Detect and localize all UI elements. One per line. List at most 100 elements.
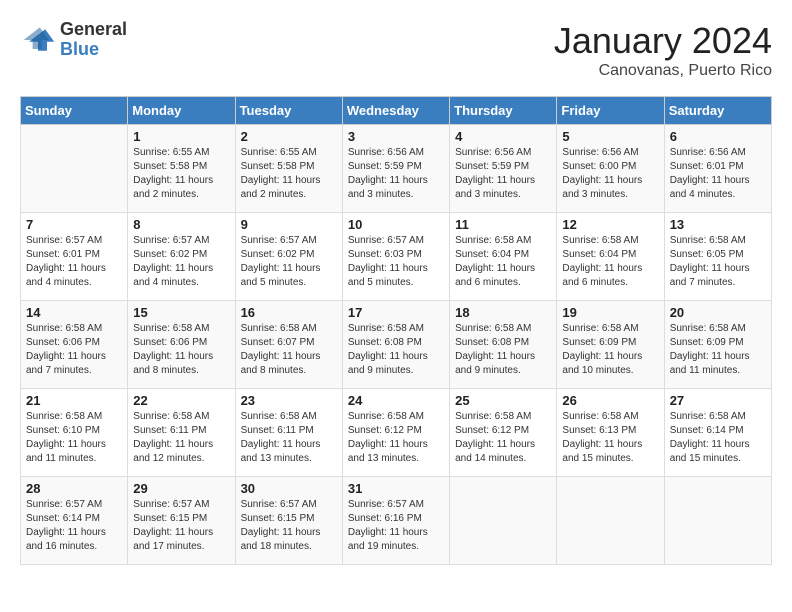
calendar-cell: 27Sunrise: 6:58 AMSunset: 6:14 PMDayligh… <box>664 389 771 477</box>
calendar-cell: 3 Sunrise: 6:56 AMSunset: 5:59 PMDaylight… <box>342 125 449 213</box>
cell-info: Sunrise: 6:58 AMSunset: 6:08 PMDaylight:… <box>455 322 551 378</box>
calendar-header-row: SundayMondayTuesdayWednesdayThursdayFrid… <box>21 97 772 125</box>
cell-info: Sunrise: 6:58 AMSunset: 6:10 PMDaylight:… <box>26 410 122 466</box>
logo: General Blue <box>20 20 127 60</box>
calendar-cell: 30 Sunrise: 6:57 AMSunset: 6:15 PMDayligh… <box>235 477 342 565</box>
day-number: 7 <box>26 217 122 232</box>
month-title: January 2024 <box>554 20 772 62</box>
day-number: 21 <box>26 393 122 408</box>
cell-info: Sunrise: 6:57 AMSunset: 6:15 PMDaylight:… <box>133 498 229 554</box>
cell-info: Sunrise: 6:58 AMSunset: 6:12 PMDaylight:… <box>455 410 551 466</box>
cell-info: Sunrise: 6:56 AMSunset: 5:59 PMDaylight:… <box>455 146 551 202</box>
logo-icon <box>20 22 56 58</box>
calendar-cell: 22 Sunrise: 6:58 AMSunset: 6:11 PMDayligh… <box>128 389 235 477</box>
calendar-cell: 16 Sunrise: 6:58 AMSunset: 6:07 PMDayligh… <box>235 301 342 389</box>
cell-info: Sunrise: 6:57 AMSunset: 6:14 PMDaylight:… <box>26 498 122 554</box>
calendar-week-row: 14 Sunrise: 6:58 AMSunset: 6:06 PMDayligh… <box>21 301 772 389</box>
day-number: 12 <box>562 217 658 232</box>
column-header-saturday: Saturday <box>664 97 771 125</box>
cell-info: Sunrise: 6:57 AMSunset: 6:03 PMDaylight:… <box>348 234 444 290</box>
column-header-monday: Monday <box>128 97 235 125</box>
calendar-cell: 25 Sunrise: 6:58 AMSunset: 6:12 PMDayligh… <box>450 389 557 477</box>
calendar-week-row: 1 Sunrise: 6:55 AMSunset: 5:58 PMDaylight… <box>21 125 772 213</box>
calendar-cell: 14Sunrise: 6:58 AMSunset: 6:06 PMDayligh… <box>21 301 128 389</box>
cell-info: Sunrise: 6:57 AMSunset: 6:16 PMDaylight:… <box>348 498 444 554</box>
calendar-week-row: 28 Sunrise: 6:57 AMSunset: 6:14 PMDayligh… <box>21 477 772 565</box>
calendar-cell: 4 Sunrise: 6:56 AMSunset: 5:59 PMDaylight… <box>450 125 557 213</box>
cell-info: Sunrise: 6:58 AMSunset: 6:04 PMDaylight:… <box>455 234 551 290</box>
calendar-week-row: 7Sunrise: 6:57 AMSunset: 6:01 PMDaylight… <box>21 213 772 301</box>
calendar-week-row: 21 Sunrise: 6:58 AMSunset: 6:10 PMDayligh… <box>21 389 772 477</box>
calendar-cell: 24 Sunrise: 6:58 AMSunset: 6:12 PMDayligh… <box>342 389 449 477</box>
cell-info: Sunrise: 6:58 AMSunset: 6:13 PMDaylight:… <box>562 410 658 466</box>
calendar-cell: 18Sunrise: 6:58 AMSunset: 6:08 PMDayligh… <box>450 301 557 389</box>
day-number: 15 <box>133 305 229 320</box>
day-number: 16 <box>241 305 337 320</box>
calendar-cell <box>557 477 664 565</box>
calendar-cell: 12Sunrise: 6:58 AMSunset: 6:04 PMDayligh… <box>557 213 664 301</box>
day-number: 3 <box>348 129 444 144</box>
calendar-cell: 19 Sunrise: 6:58 AMSunset: 6:09 PMDayligh… <box>557 301 664 389</box>
calendar-cell: 5 Sunrise: 6:56 AMSunset: 6:00 PMDaylight… <box>557 125 664 213</box>
day-number: 23 <box>241 393 337 408</box>
calendar-cell: 28 Sunrise: 6:57 AMSunset: 6:14 PMDayligh… <box>21 477 128 565</box>
cell-info: Sunrise: 6:58 AMSunset: 6:11 PMDaylight:… <box>241 410 337 466</box>
day-number: 27 <box>670 393 766 408</box>
day-number: 10 <box>348 217 444 232</box>
cell-info: Sunrise: 6:55 AMSunset: 5:58 PMDaylight:… <box>241 146 337 202</box>
day-number: 25 <box>455 393 551 408</box>
calendar-cell: 11 Sunrise: 6:58 AMSunset: 6:04 PMDayligh… <box>450 213 557 301</box>
day-number: 22 <box>133 393 229 408</box>
cell-info: Sunrise: 6:57 AMSunset: 6:15 PMDaylight:… <box>241 498 337 554</box>
day-number: 5 <box>562 129 658 144</box>
day-number: 30 <box>241 481 337 496</box>
cell-info: Sunrise: 6:58 AMSunset: 6:09 PMDaylight:… <box>562 322 658 378</box>
calendar-cell: 10 Sunrise: 6:57 AMSunset: 6:03 PMDayligh… <box>342 213 449 301</box>
day-number: 2 <box>241 129 337 144</box>
cell-info: Sunrise: 6:57 AMSunset: 6:02 PMDaylight:… <box>241 234 337 290</box>
location-subtitle: Canovanas, Puerto Rico <box>554 62 772 80</box>
day-number: 28 <box>26 481 122 496</box>
cell-info: Sunrise: 6:58 AMSunset: 6:07 PMDaylight:… <box>241 322 337 378</box>
calendar-cell: 7Sunrise: 6:57 AMSunset: 6:01 PMDaylight… <box>21 213 128 301</box>
cell-info: Sunrise: 6:56 AMSunset: 6:00 PMDaylight:… <box>562 146 658 202</box>
calendar-cell: 15 Sunrise: 6:58 AMSunset: 6:06 PMDayligh… <box>128 301 235 389</box>
day-number: 29 <box>133 481 229 496</box>
day-number: 4 <box>455 129 551 144</box>
cell-info: Sunrise: 6:55 AMSunset: 5:58 PMDaylight:… <box>133 146 229 202</box>
logo-blue-text: Blue <box>60 40 127 60</box>
calendar-cell: 23 Sunrise: 6:58 AMSunset: 6:11 PMDayligh… <box>235 389 342 477</box>
day-number: 17 <box>348 305 444 320</box>
calendar-cell: 21 Sunrise: 6:58 AMSunset: 6:10 PMDayligh… <box>21 389 128 477</box>
calendar-cell: 26 Sunrise: 6:58 AMSunset: 6:13 PMDayligh… <box>557 389 664 477</box>
calendar-cell: 9 Sunrise: 6:57 AMSunset: 6:02 PMDaylight… <box>235 213 342 301</box>
day-number: 9 <box>241 217 337 232</box>
day-number: 1 <box>133 129 229 144</box>
day-number: 11 <box>455 217 551 232</box>
logo-text: General Blue <box>60 20 127 60</box>
calendar-cell <box>21 125 128 213</box>
calendar-cell: 29 Sunrise: 6:57 AMSunset: 6:15 PMDayligh… <box>128 477 235 565</box>
cell-info: Sunrise: 6:58 AMSunset: 6:11 PMDaylight:… <box>133 410 229 466</box>
calendar-cell: 17 Sunrise: 6:58 AMSunset: 6:08 PMDayligh… <box>342 301 449 389</box>
day-number: 24 <box>348 393 444 408</box>
day-number: 26 <box>562 393 658 408</box>
day-number: 14 <box>26 305 122 320</box>
calendar-cell: 31Sunrise: 6:57 AMSunset: 6:16 PMDayligh… <box>342 477 449 565</box>
column-header-tuesday: Tuesday <box>235 97 342 125</box>
day-number: 13 <box>670 217 766 232</box>
cell-info: Sunrise: 6:56 AMSunset: 5:59 PMDaylight:… <box>348 146 444 202</box>
cell-info: Sunrise: 6:58 AMSunset: 6:08 PMDaylight:… <box>348 322 444 378</box>
cell-info: Sunrise: 6:58 AMSunset: 6:06 PMDaylight:… <box>133 322 229 378</box>
cell-info: Sunrise: 6:58 AMSunset: 6:12 PMDaylight:… <box>348 410 444 466</box>
calendar-cell <box>664 477 771 565</box>
cell-info: Sunrise: 6:57 AMSunset: 6:02 PMDaylight:… <box>133 234 229 290</box>
title-block: January 2024 Canovanas, Puerto Rico <box>554 20 772 80</box>
calendar-cell: 8Sunrise: 6:57 AMSunset: 6:02 PMDaylight… <box>128 213 235 301</box>
column-header-friday: Friday <box>557 97 664 125</box>
calendar-cell: 20Sunrise: 6:58 AMSunset: 6:09 PMDayligh… <box>664 301 771 389</box>
day-number: 19 <box>562 305 658 320</box>
cell-info: Sunrise: 6:56 AMSunset: 6:01 PMDaylight:… <box>670 146 766 202</box>
calendar-cell: 2 Sunrise: 6:55 AMSunset: 5:58 PMDaylight… <box>235 125 342 213</box>
calendar-cell <box>450 477 557 565</box>
